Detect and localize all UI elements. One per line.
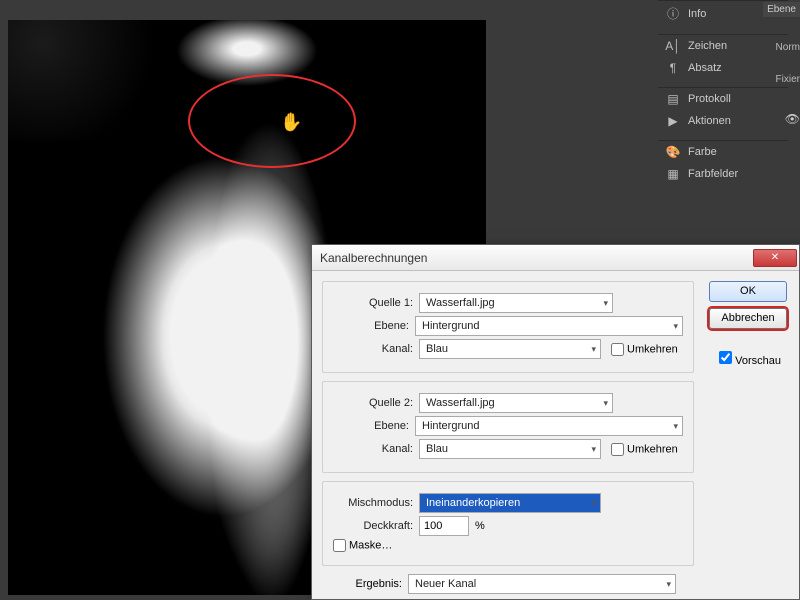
hand-cursor-icon: ✋ bbox=[280, 112, 302, 133]
layer2-select[interactable]: Hintergrund bbox=[415, 416, 683, 436]
blendmode-label: Mischmodus: bbox=[333, 497, 413, 509]
panel-label: Farbfelder bbox=[688, 168, 738, 180]
channel1-select[interactable]: Blau bbox=[419, 339, 601, 359]
color-icon: 🎨 bbox=[664, 145, 682, 159]
dialog-titlebar[interactable]: Kanalberechnungen ✕ bbox=[312, 245, 799, 271]
layer1-label: Ebene: bbox=[333, 320, 409, 332]
channel2-select[interactable]: Blau bbox=[419, 439, 601, 459]
invert2-checkbox[interactable]: Umkehren bbox=[611, 443, 678, 456]
blend-mode-label[interactable]: Norm bbox=[776, 42, 800, 53]
panel-zeichen[interactable]: A│ Zeichen bbox=[658, 35, 788, 57]
result-label: Ergebnis: bbox=[326, 578, 402, 590]
actions-icon: ▶ bbox=[664, 114, 682, 128]
panel-label: Absatz bbox=[688, 62, 722, 74]
panel-aktionen[interactable]: ▶ Aktionen bbox=[658, 110, 788, 132]
dialog-buttons: OK Abbrechen bbox=[709, 281, 787, 335]
blending-group: Mischmodus: Ineinanderkopieren Deckkraft… bbox=[322, 481, 694, 566]
source1-label: Quelle 1: bbox=[333, 297, 413, 309]
layer2-label: Ebene: bbox=[333, 420, 409, 432]
foliage-overlay bbox=[8, 20, 168, 140]
close-button[interactable]: ✕ bbox=[753, 249, 797, 267]
result-select[interactable]: Neuer Kanal bbox=[408, 574, 676, 594]
panel-label: Zeichen bbox=[688, 40, 727, 52]
ok-button[interactable]: OK bbox=[709, 281, 787, 302]
info-icon: ⓘ bbox=[664, 5, 682, 22]
source2-label: Quelle 2: bbox=[333, 397, 413, 409]
panel-label: Protokoll bbox=[688, 93, 731, 105]
channel1-label: Kanal: bbox=[333, 343, 413, 355]
panel-protokoll[interactable]: ▤ Protokoll bbox=[658, 88, 788, 110]
blendmode-select[interactable]: Ineinanderkopieren bbox=[419, 493, 601, 513]
character-icon: A│ bbox=[664, 39, 682, 53]
panel-label: Info bbox=[688, 8, 706, 20]
source2-group: Quelle 2: Wasserfall.jpg Ebene: Hintergr… bbox=[322, 381, 694, 473]
lock-label: Fixier bbox=[776, 74, 800, 85]
source1-group: Quelle 1: Wasserfall.jpg Ebene: Hintergr… bbox=[322, 281, 694, 373]
percent-label: % bbox=[475, 520, 485, 532]
visibility-eye-icon[interactable]: 👁 bbox=[785, 112, 800, 126]
panel-farbfelder[interactable]: ▦ Farbfelder bbox=[658, 163, 788, 185]
opacity-label: Deckkraft: bbox=[333, 520, 413, 532]
source1-select[interactable]: Wasserfall.jpg bbox=[419, 293, 613, 313]
source2-select[interactable]: Wasserfall.jpg bbox=[419, 393, 613, 413]
calculations-dialog: Kanalberechnungen ✕ Quelle 1: Wasserfall… bbox=[311, 244, 800, 600]
layers-tab[interactable]: Ebene bbox=[763, 2, 800, 17]
panel-label: Aktionen bbox=[688, 115, 731, 127]
panel-label: Farbe bbox=[688, 146, 717, 158]
panel-farbe[interactable]: 🎨 Farbe bbox=[658, 141, 788, 163]
dialog-title: Kanalberechnungen bbox=[320, 251, 753, 265]
cancel-button[interactable]: Abbrechen bbox=[709, 308, 787, 329]
side-panels: ⓘ Info A│ Zeichen ¶ Absatz ▤ Protokoll ▶… bbox=[658, 0, 788, 185]
layer1-select[interactable]: Hintergrund bbox=[415, 316, 683, 336]
mask-checkbox[interactable]: Maske… bbox=[333, 539, 392, 552]
opacity-input[interactable] bbox=[419, 516, 469, 536]
swatches-icon: ▦ bbox=[664, 167, 682, 181]
invert1-checkbox[interactable]: Umkehren bbox=[611, 343, 678, 356]
panel-absatz[interactable]: ¶ Absatz bbox=[658, 57, 788, 79]
channel2-label: Kanal: bbox=[333, 443, 413, 455]
history-icon: ▤ bbox=[664, 92, 682, 106]
annotation-ellipse bbox=[188, 74, 356, 168]
paragraph-icon: ¶ bbox=[664, 61, 682, 75]
result-row: Ergebnis: Neuer Kanal bbox=[326, 574, 694, 594]
preview-checkbox[interactable]: Vorschau bbox=[719, 351, 781, 367]
